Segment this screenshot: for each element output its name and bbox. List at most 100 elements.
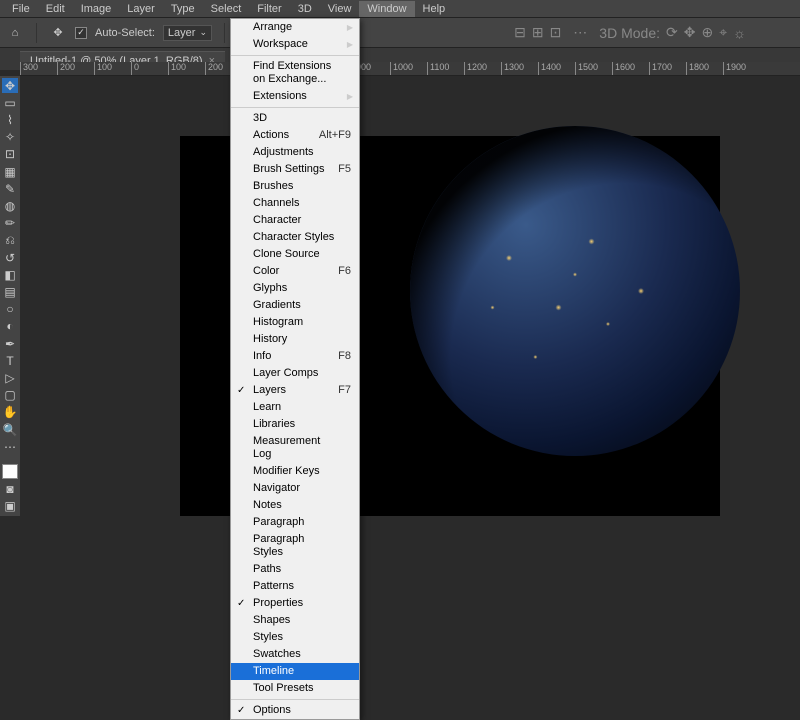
camera-icon: ⌖ — [719, 24, 727, 41]
menu-item-extensions[interactable]: Extensions▶ — [231, 88, 359, 105]
menu-edit[interactable]: Edit — [38, 1, 73, 17]
menu-item-adjustments[interactable]: Adjustments — [231, 144, 359, 161]
menu-item-libraries[interactable]: Libraries — [231, 416, 359, 433]
menu-item-properties[interactable]: Properties — [231, 595, 359, 612]
menu-item-actions[interactable]: ActionsAlt+F9 — [231, 127, 359, 144]
gradient-tool[interactable]: ▤ — [2, 284, 18, 299]
ruler-tick: 1200 — [464, 62, 501, 76]
path-tool[interactable]: ▷ — [2, 370, 18, 385]
ruler-tick: 100 — [94, 62, 131, 76]
menu-view[interactable]: View — [320, 1, 360, 17]
ruler-tick: 300 — [20, 62, 57, 76]
move-tool[interactable]: ✥ — [2, 78, 18, 93]
menu-item-3d[interactable]: 3D — [231, 110, 359, 127]
stamp-tool[interactable]: ⎌ — [2, 233, 18, 248]
menu-item-color[interactable]: ColorF6 — [231, 263, 359, 280]
menu-item-timeline[interactable]: Timeline — [231, 663, 359, 680]
ruler-tick: 1600 — [612, 62, 649, 76]
menu-item-character[interactable]: Character — [231, 212, 359, 229]
blur-tool[interactable]: ○ — [2, 302, 18, 317]
menu-item-histogram[interactable]: Histogram — [231, 314, 359, 331]
menu-item-info[interactable]: InfoF8 — [231, 348, 359, 365]
menu-item-channels[interactable]: Channels — [231, 195, 359, 212]
wand-tool[interactable]: ✧ — [2, 130, 18, 145]
menu-item-measurement-log[interactable]: Measurement Log — [231, 433, 359, 463]
menu-item-layer-comps[interactable]: Layer Comps — [231, 365, 359, 382]
dodge-tool[interactable]: ◐ — [2, 319, 18, 334]
menu-item-navigator[interactable]: Navigator — [231, 480, 359, 497]
tool-box: ✥ ▭ ⌇ ✧ ⊡ ▦ ✎ ◍ ✏ ⎌ ↺ ◧ ▤ ○ ◐ ✒ T ▷ ▢ ✋ … — [0, 76, 20, 516]
align-icon: ⊟ — [514, 24, 526, 41]
quickmask-toggle[interactable]: ◙ — [2, 481, 18, 496]
crop-tool[interactable]: ⊡ — [2, 147, 18, 162]
zoom-tool[interactable]: 🔍 — [2, 422, 18, 437]
lasso-tool[interactable]: ⌇ — [2, 112, 18, 127]
frame-tool[interactable]: ▦ — [2, 164, 18, 179]
history-brush-tool[interactable]: ↺ — [2, 250, 18, 265]
menu-item-brush-settings[interactable]: Brush SettingsF5 — [231, 161, 359, 178]
menu-item-tool-presets[interactable]: Tool Presets — [231, 680, 359, 697]
earth-image — [410, 126, 740, 456]
menu-file[interactable]: File — [4, 1, 38, 17]
ruler-tick: 200 — [57, 62, 94, 76]
menu-image[interactable]: Image — [73, 1, 120, 17]
pen-tool[interactable]: ✒ — [2, 336, 18, 351]
menu-item-paragraph[interactable]: Paragraph — [231, 514, 359, 531]
menu-item-layers[interactable]: LayersF7 — [231, 382, 359, 399]
align-icon: ⊡ — [550, 24, 562, 41]
ruler-tick: 1400 — [538, 62, 575, 76]
auto-select-label: Auto-Select: — [95, 27, 155, 39]
pan-icon: ✥ — [684, 24, 696, 41]
menu-item-options[interactable]: Options — [231, 702, 359, 719]
ruler-tick: 1500 — [575, 62, 612, 76]
move-tool-icon[interactable]: ✥ — [49, 24, 67, 42]
menu-help[interactable]: Help — [415, 1, 454, 17]
menu-item-history[interactable]: History — [231, 331, 359, 348]
hand-tool[interactable]: ✋ — [2, 405, 18, 420]
menu-item-patterns[interactable]: Patterns — [231, 578, 359, 595]
menu-item-shapes[interactable]: Shapes — [231, 612, 359, 629]
menu-item-paths[interactable]: Paths — [231, 561, 359, 578]
marquee-tool[interactable]: ▭ — [2, 95, 18, 110]
menu-3d[interactable]: 3D — [290, 1, 320, 17]
menu-item-find-extensions-on-exchange-[interactable]: Find Extensions on Exchange... — [231, 58, 359, 88]
menu-type[interactable]: Type — [163, 1, 203, 17]
dolly-icon: ⊕ — [701, 24, 713, 41]
edit-toolbar[interactable]: ⋯ — [2, 439, 18, 454]
menu-item-workspace[interactable]: Workspace▶ — [231, 36, 359, 53]
eraser-tool[interactable]: ◧ — [2, 267, 18, 282]
type-tool[interactable]: T — [2, 353, 18, 368]
horizontal-ruler: 3002001000100200700800900100011001200130… — [20, 62, 800, 76]
menu-select[interactable]: Select — [203, 1, 250, 17]
menu-item-styles[interactable]: Styles — [231, 629, 359, 646]
menu-item-paragraph-styles[interactable]: Paragraph Styles — [231, 531, 359, 561]
eyedropper-tool[interactable]: ✎ — [2, 181, 18, 196]
menu-item-notes[interactable]: Notes — [231, 497, 359, 514]
shape-tool[interactable]: ▢ — [2, 388, 18, 403]
screen-mode[interactable]: ▣ — [2, 499, 18, 514]
ruler-tick: 1700 — [649, 62, 686, 76]
menu-filter[interactable]: Filter — [249, 1, 289, 17]
align-icons[interactable]: ⊟⊞⊡ ⋯ 3D Mode: ⟳✥⊕⌖☼ — [514, 24, 746, 41]
menu-item-arrange[interactable]: Arrange▶ — [231, 19, 359, 36]
ruler-tick: 1800 — [686, 62, 723, 76]
menu-item-clone-source[interactable]: Clone Source — [231, 246, 359, 263]
canvas-area[interactable] — [20, 76, 800, 516]
heal-tool[interactable]: ◍ — [2, 198, 18, 213]
menu-item-character-styles[interactable]: Character Styles — [231, 229, 359, 246]
menu-item-swatches[interactable]: Swatches — [231, 646, 359, 663]
brush-tool[interactable]: ✏ — [2, 216, 18, 231]
menu-item-modifier-keys[interactable]: Modifier Keys — [231, 463, 359, 480]
menu-item-glyphs[interactable]: Glyphs — [231, 280, 359, 297]
menu-item-brushes[interactable]: Brushes — [231, 178, 359, 195]
menu-window[interactable]: Window — [359, 1, 414, 17]
menu-layer[interactable]: Layer — [119, 1, 163, 17]
menu-item-gradients[interactable]: Gradients — [231, 297, 359, 314]
home-icon[interactable]: ⌂ — [6, 24, 24, 42]
auto-select-checkbox[interactable] — [75, 27, 87, 39]
menu-item-learn[interactable]: Learn — [231, 399, 359, 416]
layer-type-select[interactable]: Layer — [163, 25, 212, 41]
align-icon: ⊞ — [532, 24, 544, 41]
foreground-color[interactable] — [2, 464, 18, 479]
ruler-tick: 1300 — [501, 62, 538, 76]
